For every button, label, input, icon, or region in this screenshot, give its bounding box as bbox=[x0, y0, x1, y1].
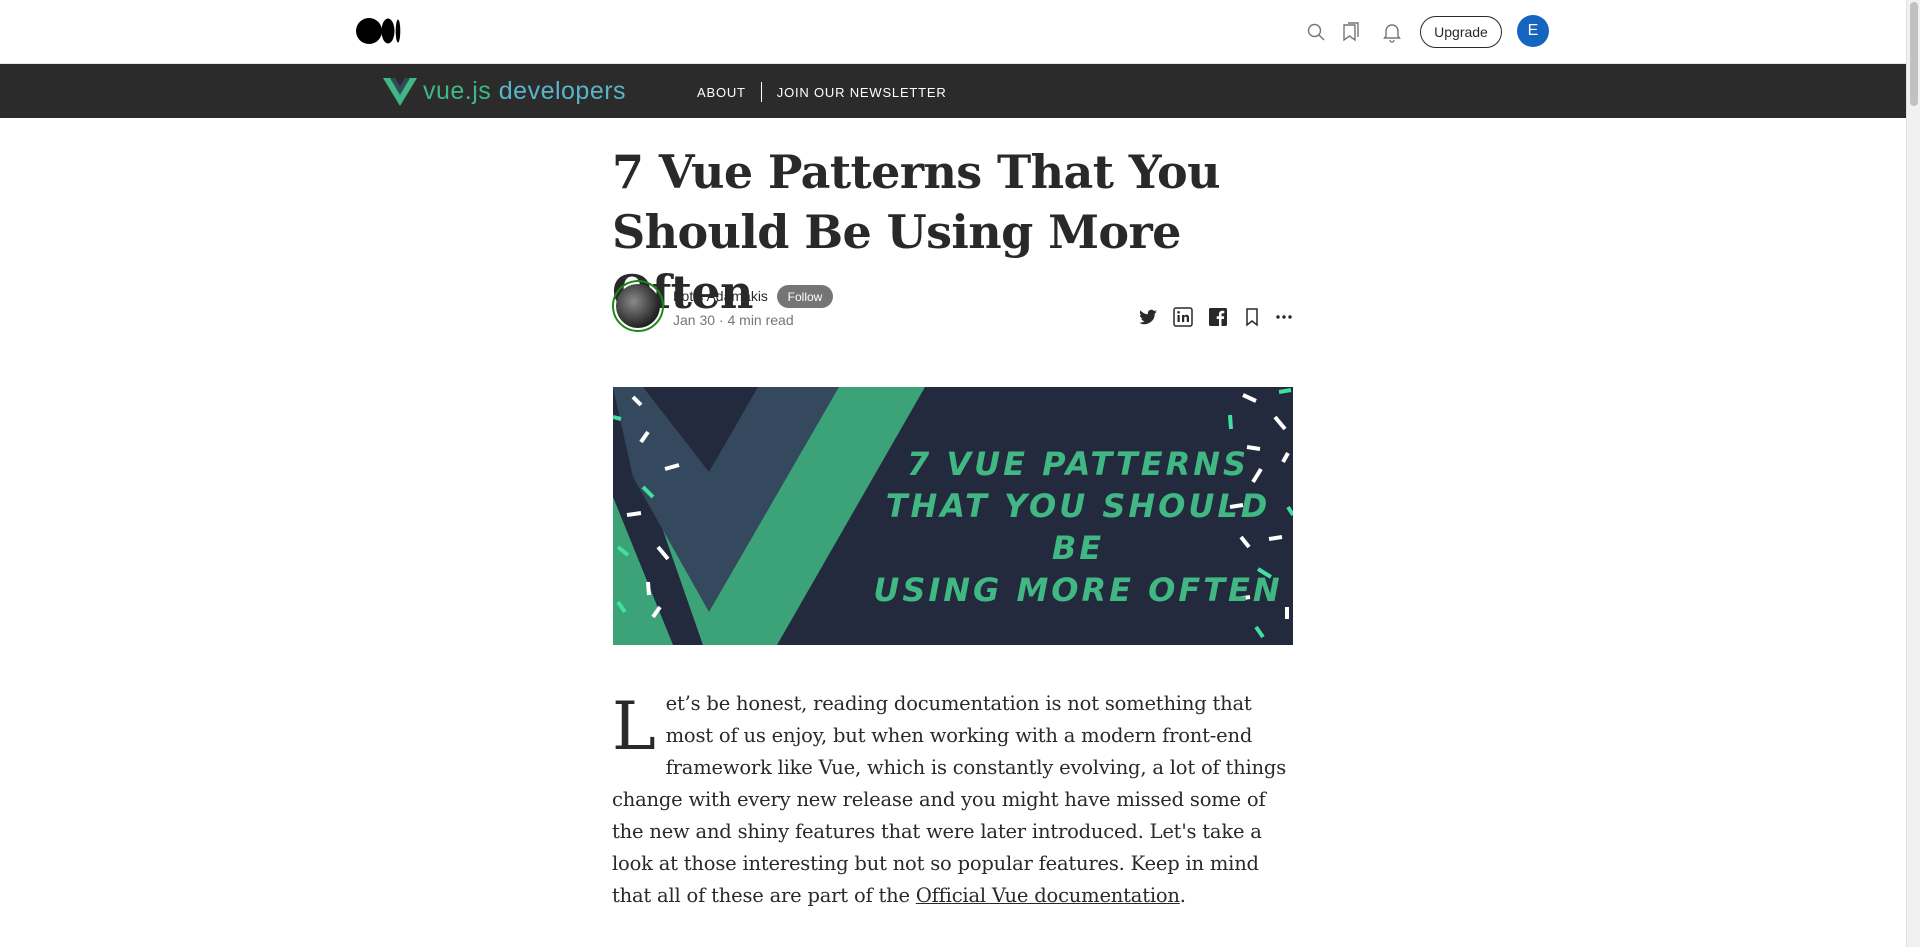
scrollbar[interactable] bbox=[1906, 0, 1920, 947]
author-name[interactable]: Fotis Adamakis bbox=[673, 288, 768, 304]
hero-image: 7 VUE PATTERNS THAT YOU SHOULD BE USING … bbox=[613, 387, 1293, 645]
hero-text: 7 VUE PATTERNS THAT YOU SHOULD BE USING … bbox=[873, 445, 1283, 609]
article-body: Let’s be honest, reading documentation i… bbox=[612, 688, 1294, 912]
publication-bar: vue.js developers About Join our newslet… bbox=[0, 64, 1906, 118]
drop-cap: L bbox=[612, 688, 656, 765]
linkedin-icon[interactable] bbox=[1171, 305, 1195, 329]
bookmarks-icon[interactable] bbox=[1339, 20, 1363, 44]
article-meta: Jan 30 · 4 min read bbox=[673, 312, 794, 328]
user-avatar[interactable]: E bbox=[1517, 15, 1549, 47]
top-bar: Upgrade E bbox=[0, 0, 1906, 64]
vue-logo-icon bbox=[383, 78, 417, 106]
official-docs-link[interactable]: Official Vue documentation bbox=[916, 884, 1180, 907]
bookmark-icon[interactable] bbox=[1240, 305, 1264, 329]
body-paragraph-end: . bbox=[1179, 884, 1186, 907]
facebook-icon[interactable] bbox=[1206, 305, 1230, 329]
more-options-icon[interactable] bbox=[1272, 305, 1296, 329]
twitter-icon[interactable] bbox=[1136, 305, 1160, 329]
publication-nav: About Join our newsletter bbox=[697, 82, 947, 102]
follow-button[interactable]: Follow bbox=[777, 285, 833, 308]
medium-logo-icon[interactable] bbox=[356, 18, 402, 44]
search-icon[interactable] bbox=[1304, 20, 1328, 44]
author-photo bbox=[616, 284, 660, 328]
scrollbar-thumb[interactable] bbox=[1910, 2, 1918, 106]
publication-logo[interactable]: vue.js developers bbox=[383, 74, 633, 108]
nav-about[interactable]: About bbox=[697, 85, 746, 100]
nav-divider bbox=[760, 82, 762, 102]
upgrade-button[interactable]: Upgrade bbox=[1420, 16, 1502, 48]
notifications-icon[interactable] bbox=[1380, 20, 1404, 44]
author-avatar[interactable] bbox=[612, 280, 664, 332]
body-paragraph: et’s be honest, reading documentation is… bbox=[612, 692, 1287, 907]
publication-logo-text: vue.js developers bbox=[423, 76, 627, 105]
nav-newsletter[interactable]: Join our newsletter bbox=[777, 85, 947, 100]
